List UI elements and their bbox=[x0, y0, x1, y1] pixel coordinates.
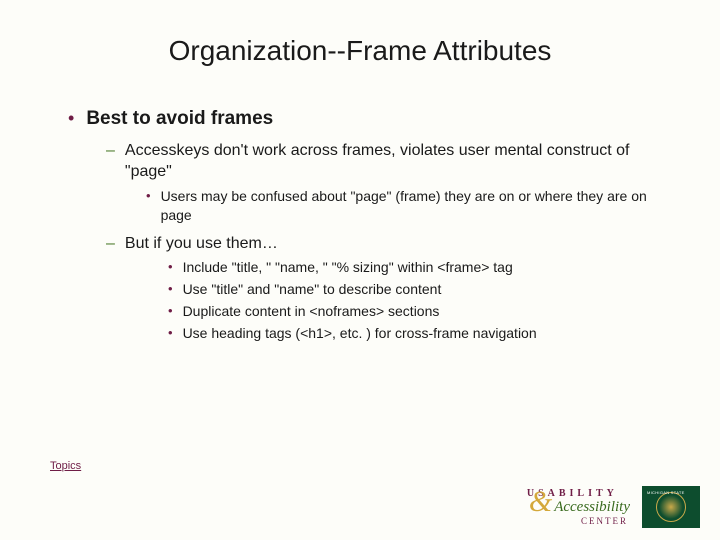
content-area: • Best to avoid frames – Accesskeys don'… bbox=[50, 107, 670, 343]
bullet-text: Include "title, " "name, " "% sizing" wi… bbox=[183, 258, 513, 277]
bullet-text: Use "title" and "name" to describe conte… bbox=[183, 280, 442, 299]
bullet-dot-icon: • bbox=[168, 302, 173, 320]
bullet-dot-icon: • bbox=[146, 187, 151, 205]
msu-seal-icon bbox=[656, 492, 686, 522]
bullet-dot-icon: • bbox=[168, 280, 173, 298]
bullet-dash-icon: – bbox=[106, 233, 115, 255]
topics-link[interactable]: Topics bbox=[50, 460, 81, 472]
bullet-text: Use heading tags (<h1>, etc. ) for cross… bbox=[183, 324, 537, 343]
usability-accessibility-logo: USABILITY & Accessibility CENTER bbox=[527, 488, 630, 526]
bullet-dash-icon: – bbox=[106, 140, 115, 162]
bullet-text: Best to avoid frames bbox=[86, 107, 273, 132]
slide-title: Organization--Frame Attributes bbox=[50, 35, 670, 67]
footer: USABILITY & Accessibility CENTER MICHIGA… bbox=[527, 486, 700, 528]
logo-accessibility-text: Accessibility bbox=[554, 499, 630, 516]
bullet-level-4: • Include "title, " "name, " "% sizing" … bbox=[168, 258, 670, 277]
bullet-level-4: • Use heading tags (<h1>, etc. ) for cro… bbox=[168, 324, 670, 343]
logo-center-text: CENTER bbox=[581, 516, 628, 526]
bullet-text: Duplicate content in <noframes> sections bbox=[183, 302, 440, 321]
bullet-dot-icon: • bbox=[168, 258, 173, 276]
bullet-dot-icon: • bbox=[68, 107, 74, 130]
bullet-text: But if you use them… bbox=[125, 233, 278, 255]
bullet-text: Accesskeys don't work across frames, vio… bbox=[125, 140, 665, 183]
bullet-level-4: • Use "title" and "name" to describe con… bbox=[168, 280, 670, 299]
slide: Organization--Frame Attributes • Best to… bbox=[0, 0, 720, 540]
bullet-level-2: – But if you use them… bbox=[106, 233, 670, 255]
bullet-level-4: • Duplicate content in <noframes> sectio… bbox=[168, 302, 670, 321]
msu-text: MICHIGAN STATE bbox=[647, 490, 685, 495]
bullet-dot-icon: • bbox=[168, 324, 173, 342]
msu-logo: MICHIGAN STATE bbox=[642, 486, 700, 528]
bullet-level-1: • Best to avoid frames bbox=[68, 107, 670, 132]
bullet-level-2: – Accesskeys don't work across frames, v… bbox=[106, 140, 670, 183]
bullet-level-3: • Users may be confused about "page" (fr… bbox=[146, 187, 670, 225]
bullet-text: Users may be confused about "page" (fram… bbox=[161, 187, 670, 225]
ampersand-icon: & bbox=[529, 493, 552, 511]
